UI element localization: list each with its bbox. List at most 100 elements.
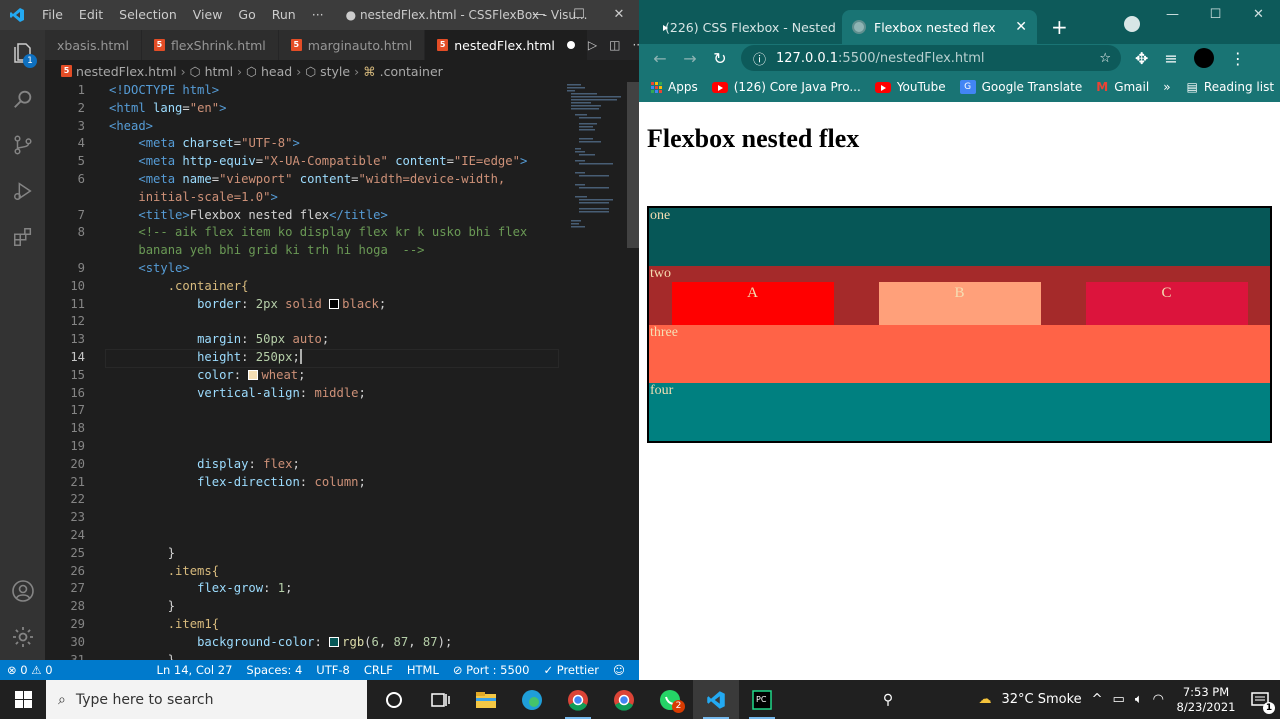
task-view-icon[interactable] [417, 680, 463, 719]
color-swatch-teal[interactable] [329, 636, 340, 647]
chrome-profile-icon[interactable] [601, 680, 647, 719]
search-icon[interactable] [0, 76, 45, 122]
cube-icon: ⬡ [246, 63, 257, 79]
weather-text[interactable]: 32°C Smoke [1001, 692, 1081, 707]
menu-more[interactable]: ··· [304, 0, 332, 30]
volume-icon[interactable]: 🔈︎ [1135, 692, 1143, 707]
cursor-position[interactable]: Ln 14, Col 27 [150, 663, 240, 677]
tab-flexshrink[interactable]: 5 flexShrink.html [141, 30, 279, 60]
breadcrumb-item[interactable]: html [205, 64, 233, 79]
encoding[interactable]: UTF-8 [309, 663, 357, 677]
maximize-icon[interactable]: ☐ [559, 0, 599, 30]
code-token: solid [277, 296, 330, 311]
bookmark-google-translate[interactable]: G Google Translate [959, 80, 1082, 94]
source-control-icon[interactable] [0, 122, 45, 168]
chrome-icon[interactable] [555, 680, 601, 719]
code-editor[interactable]: 1 <!DOCTYPE html> 2 <html lang="en"> 3 <hea… [45, 82, 639, 660]
wifi-icon[interactable]: ◠ [1153, 692, 1164, 707]
battery-icon[interactable]: ▭ [1113, 692, 1125, 707]
tab-search-icon[interactable] [1124, 16, 1140, 32]
tray-chevron-up-icon[interactable]: ^ [1092, 692, 1103, 707]
editor-scrollbar[interactable] [627, 82, 639, 248]
profile-avatar[interactable] [1193, 48, 1214, 68]
split-editor-icon[interactable]: ◫ [609, 38, 620, 52]
breadcrumb-item[interactable]: .container [380, 64, 443, 79]
code-token: column [314, 474, 359, 489]
vscode-taskbar-icon[interactable] [693, 680, 739, 719]
close-tab-icon[interactable]: ✕ [1015, 19, 1027, 35]
cortana-icon[interactable] [371, 680, 417, 719]
back-arrow-icon[interactable]: ← [645, 49, 675, 68]
reading-list-button[interactable]: ▤ Reading list [1187, 80, 1275, 94]
apps-grid-icon [651, 81, 662, 93]
pycharm-icon[interactable]: PC [739, 680, 785, 719]
reload-icon[interactable]: ↻ [705, 49, 735, 68]
tab-xbasis[interactable]: xbasis.html [45, 30, 142, 60]
media-queue-icon[interactable]: ≡ [1164, 49, 1177, 68]
close-icon[interactable]: ✕ [599, 0, 639, 30]
tab-nestedflex[interactable]: 5 nestedFlex.html [425, 30, 588, 60]
breadcrumb-item[interactable]: head [261, 64, 292, 79]
color-swatch-black[interactable] [329, 298, 340, 309]
tab-nested-flex[interactable]: Flexbox nested flex ✕ [842, 10, 1037, 44]
tab-marginauto[interactable]: 5 marginauto.html [278, 30, 426, 60]
minimap[interactable] [565, 82, 625, 242]
weather-icon[interactable]: ☁ [978, 692, 991, 707]
live-server-port[interactable]: ⊘ Port : 5500 [446, 663, 537, 677]
menu-view[interactable]: View [185, 0, 231, 30]
menu-go[interactable]: Go [230, 0, 263, 30]
file-explorer-icon[interactable] [463, 680, 509, 719]
code-token: <head> [109, 118, 154, 133]
settings-gear-icon[interactable] [0, 614, 45, 660]
line-number: 20 [70, 456, 85, 471]
breadcrumb-item[interactable]: nestedFlex.html [76, 64, 177, 79]
maximize-icon[interactable]: ☐ [1194, 0, 1237, 30]
chrome-menu-icon[interactable]: ⋮ [1230, 49, 1246, 68]
run-debug-icon[interactable] [0, 168, 45, 214]
bookmark-youtube[interactable]: YouTube [874, 80, 946, 94]
menu-selection[interactable]: Selection [111, 0, 185, 30]
line-number: 30 [70, 634, 85, 649]
taskbar-search-box[interactable]: ⌕ Type here to search [46, 680, 367, 719]
run-icon[interactable]: ▷ [588, 38, 597, 52]
bookmark-core-java[interactable]: (126) Core Java Pro... [711, 80, 861, 94]
color-swatch-wheat[interactable] [248, 369, 259, 380]
code-token: ; [358, 385, 366, 400]
notification-center-icon[interactable]: 1 [1248, 688, 1275, 714]
tab-youtube[interactable]: (226) CSS Flexbox - Nested ✕ [647, 10, 842, 44]
language-mode[interactable]: HTML [400, 663, 446, 677]
extensions-icon[interactable] [0, 214, 45, 260]
line-number: 25 [70, 545, 85, 560]
account-icon[interactable] [0, 568, 45, 614]
address-bar[interactable]: ⓘ 127.0.0.1:5500/nestedFlex.html ☆ [741, 45, 1121, 71]
bookmark-gmail[interactable]: M Gmail [1096, 80, 1149, 94]
clock[interactable]: 7:53 PM 8/23/2021 [1174, 685, 1238, 715]
more-bookmarks-icon[interactable]: » [1163, 80, 1170, 94]
info-icon[interactable]: ⓘ [753, 49, 766, 68]
menu-file[interactable]: File [34, 0, 71, 30]
explorer-icon[interactable]: 1 [0, 30, 45, 76]
whatsapp-icon[interactable]: 2 [647, 680, 693, 719]
unsaved-dot-icon[interactable] [566, 41, 575, 49]
indentation[interactable]: Spaces: 4 [239, 663, 309, 677]
breadcrumb-item[interactable]: style [320, 64, 350, 79]
start-button[interactable] [0, 680, 46, 719]
menu-edit[interactable]: Edit [71, 0, 111, 30]
minimize-icon[interactable]: — [519, 0, 559, 30]
menu-run[interactable]: Run [264, 0, 304, 30]
feedback-icon[interactable]: ☺ [606, 663, 632, 677]
prettier-status[interactable]: ✓ Prettier [536, 663, 606, 677]
line-ending[interactable]: CRLF [357, 663, 400, 677]
new-tab-icon[interactable]: + [1051, 10, 1068, 44]
extensions-puzzle-icon[interactable]: ✥ [1135, 49, 1148, 68]
bookmark-star-icon[interactable]: ☆ [1099, 51, 1111, 66]
problems-indicator[interactable]: ⊗ 0 ⚠ 0 [0, 663, 60, 677]
close-icon[interactable]: ✕ [1237, 0, 1280, 30]
line-number: 24 [70, 527, 85, 542]
forward-arrow-icon[interactable]: → [675, 49, 705, 68]
people-icon[interactable]: ⚲ [865, 680, 911, 719]
minimize-icon[interactable]: — [1151, 0, 1194, 30]
html-file-icon: 5 [290, 39, 302, 51]
edge-icon[interactable] [509, 680, 555, 719]
bookmark-apps[interactable]: Apps [651, 80, 698, 94]
